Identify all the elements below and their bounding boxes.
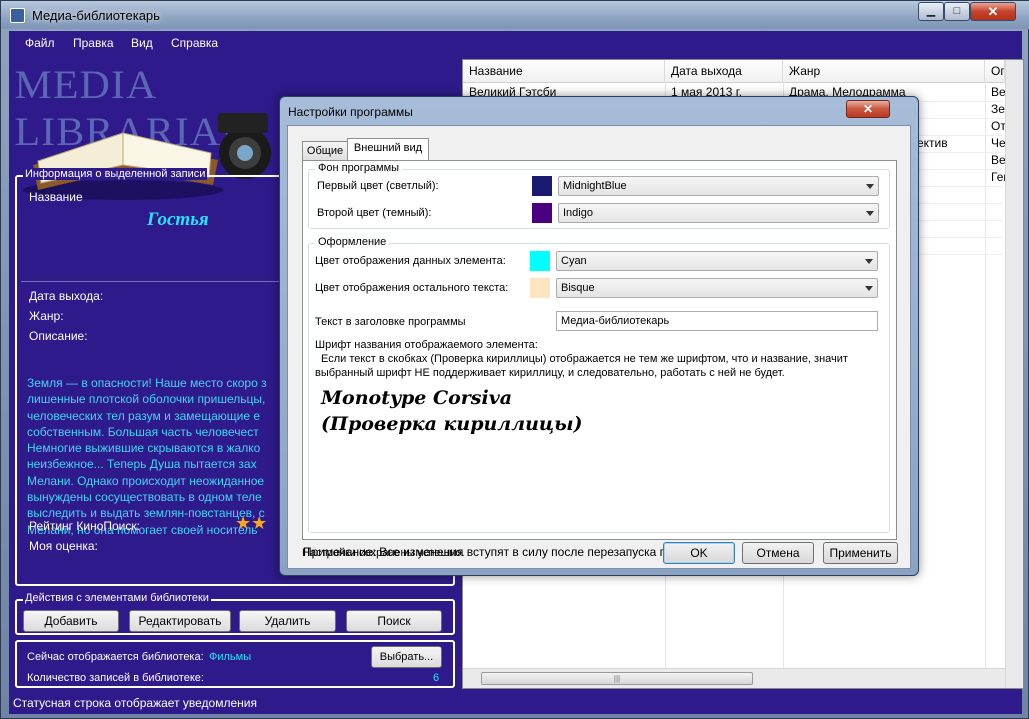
column-header-name[interactable]: Название (463, 60, 665, 83)
scrollbar-thumb[interactable]: ||| (481, 672, 753, 685)
rating-stars: ★★ (235, 513, 268, 533)
text-color-swatch (530, 278, 550, 298)
menu-file[interactable]: Файл (25, 36, 55, 50)
settings-dialog: Настройки программы ✕ Общие Внешний вид … (279, 96, 919, 576)
status-bar: Статусная строка отображает уведомления (13, 696, 257, 710)
description-line: человеческих тел разум и замещающие е (27, 408, 261, 423)
dialog-body: Общие Внешний вид Фон программы Первый ц… (287, 125, 911, 569)
font-note-line: выбранный шрифт НЕ поддерживает кириллиц… (315, 367, 785, 379)
tab-appearance[interactable]: Внешний вид (347, 138, 429, 161)
table-header: Название Дата выхода Жанр Оп (463, 60, 1023, 83)
appearance-panel: Фон программы Первый цвет (светлый): Mid… (302, 160, 897, 540)
text-color-label: Цвет отображения остального текста: (315, 282, 509, 294)
ok-button[interactable]: OK (663, 542, 735, 564)
rating-label: Рейтинг КиноПоиск: (29, 519, 140, 533)
current-library-value: Фильмы (209, 651, 252, 663)
first-color-value: MidnightBlue (563, 180, 627, 192)
data-color-value: Cyan (561, 255, 587, 267)
choose-library-button[interactable]: Выбрать... (371, 646, 442, 668)
my-rating-label: Моя оценка: (29, 539, 98, 553)
close-button[interactable]: ✕ (970, 2, 1016, 21)
font-sample-name: Monotype Corsiva (321, 387, 513, 409)
menu-edit[interactable]: Правка (73, 36, 114, 50)
menu-view[interactable]: Вид (131, 36, 153, 50)
table-cell[interactable]: Вес (985, 152, 1005, 169)
font-note-line: Если текст в скобках (Проверка кириллицы… (321, 353, 848, 365)
text-color-select[interactable]: Bisque (556, 278, 878, 298)
info-legend: Информация о выделенной записи (23, 168, 208, 180)
info-divider (21, 281, 287, 282)
design-legend: Оформление (315, 236, 390, 248)
genre-label: Жанр: (29, 309, 64, 323)
menu-help[interactable]: Справка (171, 36, 218, 50)
actions-legend: Действия с элементами библиотеки (23, 592, 211, 604)
description-line: вынуждены сосуществовать в одном теле (27, 490, 262, 505)
header-text-label: Текст в заголовке программы (315, 316, 466, 328)
description-line: Немногие выжившие скрываются в жалко (27, 441, 261, 456)
tab-general[interactable]: Общие (302, 141, 348, 161)
second-color-swatch (532, 203, 552, 223)
data-color-label: Цвет отображения данных элемента: (315, 255, 506, 267)
edit-button[interactable]: Редактировать (129, 610, 231, 632)
dialog-close-button[interactable]: ✕ (846, 100, 890, 118)
data-color-swatch (530, 251, 550, 271)
column-header-genre[interactable]: Жанр (783, 60, 985, 83)
first-color-swatch (532, 176, 552, 196)
add-button[interactable]: Добавить (23, 610, 119, 632)
description-line: собственным. Большая часть человечест (27, 424, 259, 439)
table-cell[interactable]: Зем (985, 101, 1005, 118)
save-status: Настройки сохранены успешно. (302, 547, 465, 559)
description-line: неизбежное... Теперь Душа пытается зах (27, 457, 257, 472)
background-legend: Фон программы (315, 162, 403, 174)
first-color-select[interactable]: MidnightBlue (558, 176, 879, 196)
description-line: лишенные плотской оболочки пришельцы, (27, 392, 266, 407)
record-count-label: Количество записей в библиотеке: (27, 672, 204, 684)
second-color-label: Второй цвет (темный): (317, 207, 432, 219)
table-cell[interactable]: От (985, 118, 1005, 135)
apply-button[interactable]: Применить (823, 542, 898, 564)
text-color-value: Bisque (561, 282, 595, 294)
title-bar[interactable]: Медиа-библиотекарь ▁ □ ✕ (1, 1, 1029, 29)
record-count-value: 6 (433, 672, 440, 684)
minimize-button[interactable]: ▁ (918, 2, 944, 21)
app-icon (10, 8, 25, 23)
description-line: Земля — в опасности! Наше место скоро з (27, 376, 267, 390)
vertical-scrollbar[interactable] (1005, 60, 1023, 688)
description-label: Описание: (29, 329, 88, 343)
second-color-value: Indigo (563, 207, 593, 219)
column-header-description[interactable]: Оп (985, 60, 1005, 83)
search-button[interactable]: Поиск (346, 610, 442, 632)
chevron-down-icon (865, 259, 873, 264)
data-color-select[interactable]: Cyan (556, 251, 878, 271)
maximize-button[interactable]: □ (944, 2, 970, 21)
current-library-label: Сейчас отображается библиотека: (27, 651, 204, 663)
first-color-label: Первый цвет (светлый): (317, 180, 439, 192)
second-color-select[interactable]: Indigo (558, 203, 879, 223)
table-cell[interactable]: Вес (985, 84, 1005, 101)
font-sample-cyrillic: (Проверка кириллицы) (321, 413, 583, 435)
table-cell[interactable]: Ген (985, 169, 1005, 186)
dialog-title: Настройки программы (288, 105, 413, 119)
delete-button[interactable]: Удалить (239, 610, 336, 632)
name-label: Название (29, 190, 83, 204)
column-header-release[interactable]: Дата выхода (665, 60, 783, 83)
cancel-button[interactable]: Отмена (742, 542, 814, 564)
chevron-down-icon (865, 286, 873, 291)
header-text-input[interactable]: Медиа-библиотекарь (556, 311, 878, 331)
record-title: Гостья (147, 209, 209, 230)
release-label: Дата выхода: (29, 289, 104, 303)
horizontal-scrollbar[interactable]: ||| (463, 668, 1005, 688)
menu-bar: Файл Правка Вид Справка (9, 31, 464, 55)
description-line: Мелани. Однако происходит неожиданное (27, 473, 265, 488)
chevron-down-icon (866, 211, 874, 216)
table-cell[interactable]: Че (985, 135, 1005, 152)
font-label[interactable]: Шрифт названия отображаемого элемента: (315, 339, 538, 351)
window-title: Медиа-библиотекарь (32, 8, 160, 23)
chevron-down-icon (866, 184, 874, 189)
